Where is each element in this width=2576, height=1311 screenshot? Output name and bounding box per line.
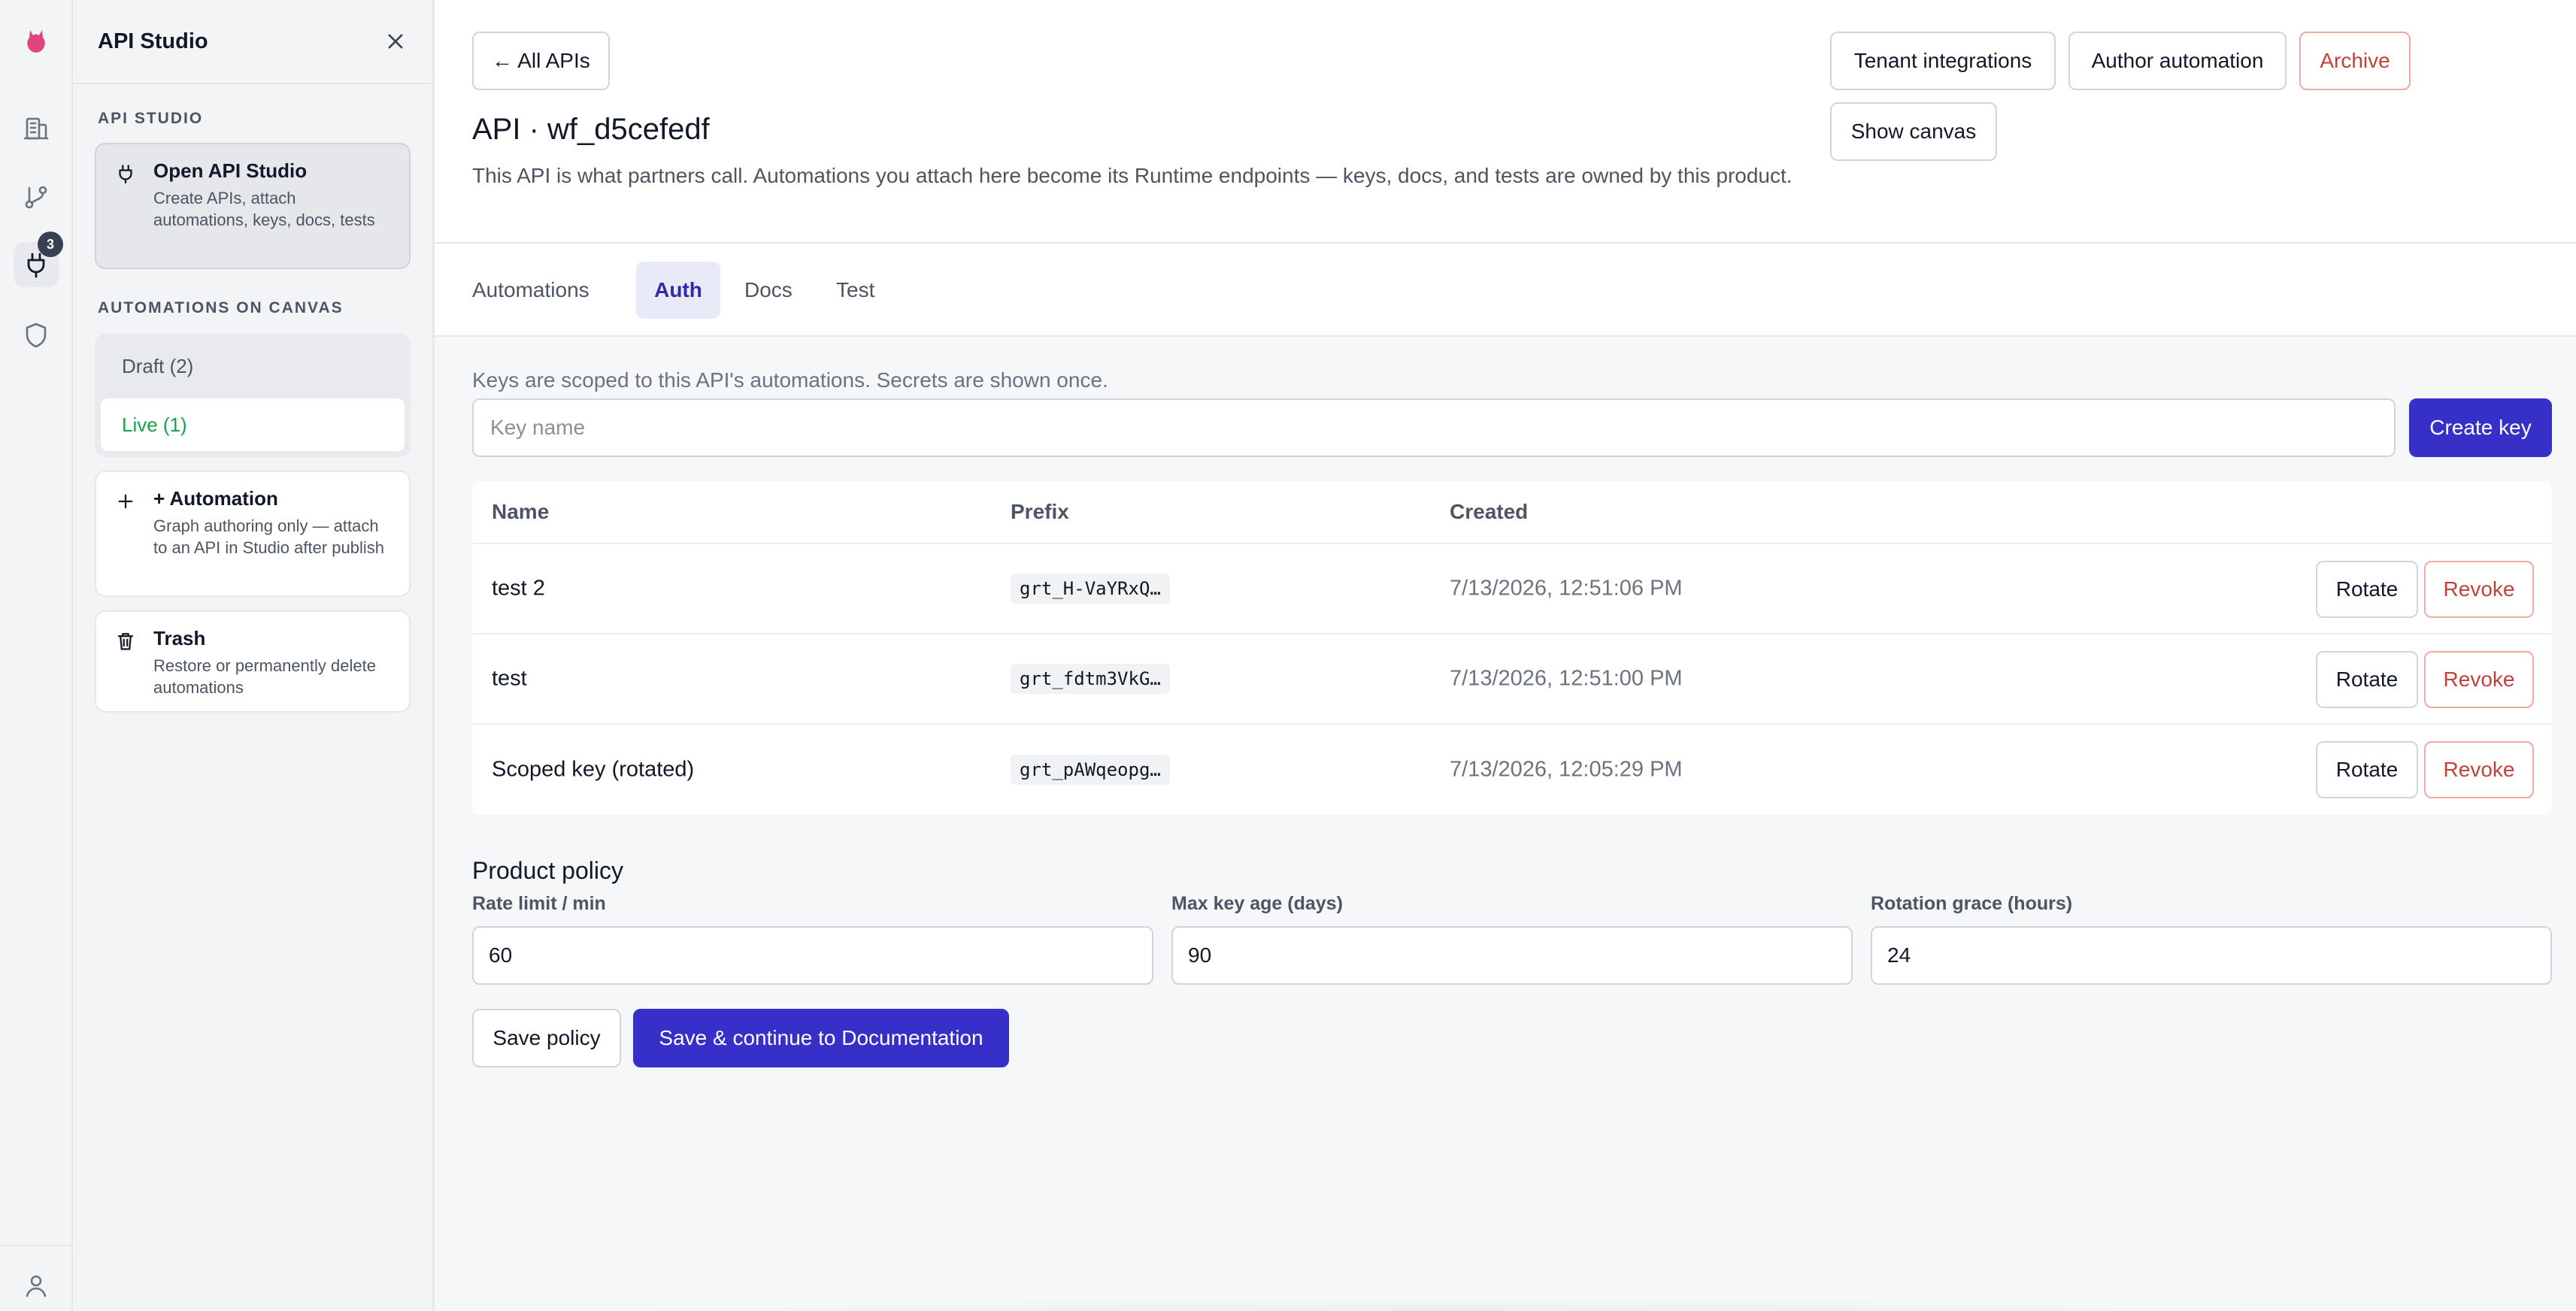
open-api-studio-title: Open API Studio (153, 159, 308, 182)
plug-badge: 3 (38, 232, 63, 257)
rotate-button[interactable]: Rotate (2316, 561, 2418, 618)
max-key-age-input[interactable] (1171, 926, 1853, 985)
section-label-api-studio: API STUDIO (98, 110, 204, 127)
revoke-button[interactable]: Revoke (2424, 561, 2534, 618)
api-tabs: Automations Auth Docs Test (435, 244, 2576, 337)
table-header: Name Prefix Created (472, 481, 2552, 544)
sidebar-title: API Studio (98, 29, 208, 53)
trash-button[interactable]: Trash Restore or permanently delete auto… (95, 610, 411, 713)
bottom-shadow (585, 1299, 2314, 1311)
icon-rail: 3 (0, 0, 73, 1311)
close-icon[interactable] (383, 29, 408, 54)
filter-live[interactable]: Live (1) (101, 398, 405, 451)
key-prefix: grt_H-VaYRxQ… (1011, 574, 1170, 604)
tab-test[interactable]: Test (818, 262, 893, 319)
key-name-input[interactable] (472, 398, 2396, 457)
plus-icon (114, 487, 137, 582)
revoke-button[interactable]: Revoke (2424, 651, 2534, 708)
page-title: API · wf_d5cefedf (472, 113, 710, 146)
show-canvas-button[interactable]: Show canvas (1830, 102, 1997, 161)
open-api-studio-desc: Create APIs, attach automations, keys, d… (153, 189, 375, 229)
rate-limit-input[interactable] (472, 926, 1153, 985)
user-icon[interactable] (14, 1263, 59, 1308)
all-apis-button[interactable]: ← All APIs (472, 32, 610, 90)
rate-limit-label: Rate limit / min (472, 893, 606, 914)
trash-title: Trash (153, 627, 206, 649)
rail-divider (0, 1245, 73, 1246)
building-icon[interactable] (14, 105, 59, 150)
rotation-grace-input[interactable] (1871, 926, 2552, 985)
rotate-button[interactable]: Rotate (2316, 741, 2418, 798)
page-description: This API is what partners call. Automati… (472, 164, 1793, 187)
table-row: test 2 grt_H-VaYRxQ… 7/13/2026, 12:51:06… (472, 544, 2552, 634)
table-row: Scoped key (rotated) grt_pAWqeopg… 7/13/… (472, 725, 2552, 815)
tab-automations[interactable]: Automations (454, 262, 608, 319)
trash-icon (114, 627, 137, 698)
key-created: 7/13/2026, 12:51:06 PM (1450, 576, 1683, 601)
author-automation-button[interactable]: Author automation (2068, 32, 2287, 90)
shield-icon[interactable] (14, 313, 59, 358)
automation-filter: Draft (2) Live (1) (95, 334, 411, 457)
plug-icon (114, 159, 137, 254)
key-name: Scoped key (rotated) (492, 757, 695, 782)
column-created: Created (1450, 500, 1529, 523)
section-label-automations: AUTOMATIONS ON CANVAS (98, 299, 344, 316)
rotate-button[interactable]: Rotate (2316, 651, 2418, 708)
key-prefix: grt_pAWqeopg… (1011, 755, 1170, 785)
trash-desc: Restore or permanently delete automation… (153, 656, 376, 697)
tab-docs[interactable]: Docs (726, 262, 811, 319)
main-content: ← All APIs API · wf_d5cefedf This API is… (435, 0, 2576, 1311)
key-name: test (492, 666, 527, 691)
open-api-studio-button[interactable]: Open API Studio Create APIs, attach auto… (95, 143, 411, 269)
tenant-integrations-button[interactable]: Tenant integrations (1830, 32, 2056, 90)
save-policy-button[interactable]: Save policy (472, 1009, 621, 1067)
app-logo-icon[interactable] (14, 18, 59, 63)
policy-title: Product policy (472, 857, 623, 884)
auth-hint: Keys are scoped to this API's automation… (472, 368, 1108, 392)
sidebar-header: API Studio (73, 0, 432, 84)
key-prefix: grt_fdtm3VkG… (1011, 664, 1170, 694)
key-name: test 2 (492, 576, 545, 601)
key-created: 7/13/2026, 12:51:00 PM (1450, 666, 1683, 691)
key-created: 7/13/2026, 12:05:29 PM (1450, 757, 1683, 782)
column-prefix: Prefix (1011, 500, 1069, 523)
column-name: Name (492, 500, 550, 523)
revoke-button[interactable]: Revoke (2424, 741, 2534, 798)
create-key-button[interactable]: Create key (2409, 398, 2552, 457)
api-header: ← All APIs API · wf_d5cefedf This API is… (435, 0, 2576, 244)
table-row: test grt_fdtm3VkG… 7/13/2026, 12:51:00 P… (472, 634, 2552, 725)
max-key-age-label: Max key age (days) (1171, 893, 1343, 914)
keys-table: Name Prefix Created test 2 grt_H-VaYRxQ…… (472, 481, 2552, 815)
filter-draft[interactable]: Draft (2) (101, 340, 405, 392)
archive-button[interactable]: Archive (2299, 32, 2411, 90)
add-automation-button[interactable]: + Automation Graph authoring only — atta… (95, 471, 411, 597)
sidebar: API Studio API STUDIO Open API Studio Cr… (73, 0, 435, 1311)
save-continue-button[interactable]: Save & continue to Documentation (633, 1009, 1009, 1067)
rotation-grace-label: Rotation grace (hours) (1871, 893, 2073, 914)
add-automation-title: + Automation (153, 487, 278, 510)
git-branch-icon[interactable] (14, 174, 59, 220)
tab-auth[interactable]: Auth (636, 262, 720, 319)
add-automation-desc: Graph authoring only — attach to an API … (153, 516, 384, 557)
